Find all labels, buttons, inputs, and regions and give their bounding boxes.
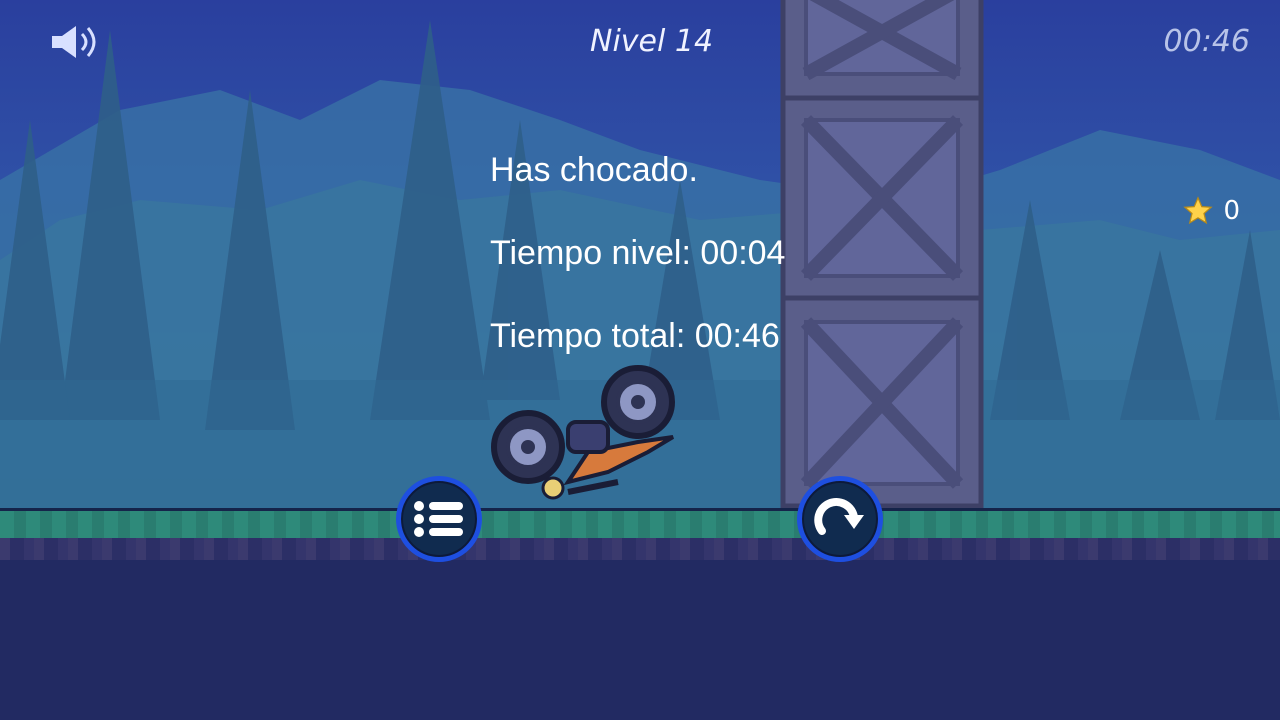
game-stage: Nivel 14 00:46 0 Has chocado. Tiempo niv…: [0, 0, 1280, 720]
menu-button[interactable]: [396, 476, 482, 562]
total-time: Tiempo total: 00:46: [490, 317, 780, 355]
crash-message: Has chocado. Tiempo nivel: 00:04 Tiempo …: [490, 150, 785, 399]
restart-button[interactable]: [797, 476, 883, 562]
speaker-icon: [52, 26, 96, 58]
level-time: Tiempo nivel: 00:04: [490, 234, 786, 272]
crates: [780, 0, 984, 508]
star-icon: [1183, 196, 1214, 225]
crash-title: Has chocado.: [490, 151, 698, 189]
star-count: 0: [1223, 196, 1240, 226]
bike-rear-wheel: [491, 410, 565, 484]
total-timer: 00:46: [1163, 24, 1250, 59]
restart-icon: [814, 498, 864, 535]
grass-edge: [0, 538, 1280, 560]
grass-strip: [0, 508, 1280, 541]
star-counter: 0: [1183, 196, 1240, 226]
sound-toggle-button[interactable]: [48, 22, 108, 62]
crate-stack: [780, 0, 984, 508]
level-title: Nivel 14: [590, 24, 714, 59]
list-icon: [414, 501, 463, 537]
